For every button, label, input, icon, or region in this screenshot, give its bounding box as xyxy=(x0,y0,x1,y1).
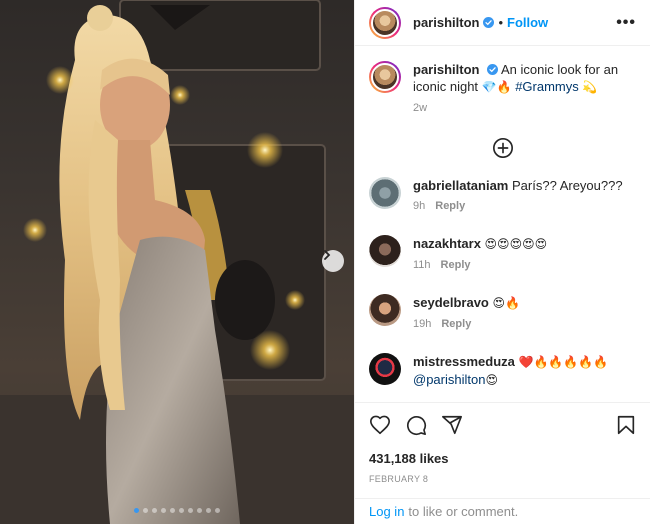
carousel-dot xyxy=(170,508,175,513)
like-count[interactable]: 431,188 likes xyxy=(369,451,637,466)
reply-button[interactable]: Reply xyxy=(441,259,471,271)
carousel-dot xyxy=(188,508,193,513)
post-header: parishilton • Follow ••• xyxy=(355,0,650,46)
comment-time: 9h xyxy=(413,200,426,212)
header-separator: • xyxy=(498,15,504,30)
more-icon[interactable]: ••• xyxy=(616,14,636,32)
caption-avatar[interactable] xyxy=(369,61,401,93)
commenter-avatar[interactable] xyxy=(369,235,401,267)
reply-button[interactable]: Reply xyxy=(435,200,465,212)
comment-item: mistressmeduza ❤️🔥🔥🔥🔥🔥 @parishilton😍 xyxy=(369,353,637,389)
login-text: to like or comment. xyxy=(408,504,519,519)
post-sidebar: parishilton • Follow ••• parishilton An … xyxy=(354,0,650,524)
comment-item: seydelbravo 😍🔥 19h Reply xyxy=(369,294,637,333)
comment-username[interactable]: gabriellataniam xyxy=(413,178,508,193)
comments-section: parishilton An iconic look for an iconic… xyxy=(355,47,650,402)
add-comment-icon[interactable] xyxy=(492,137,514,159)
comment-item: nazakhtarx 😍😍😍😍😍 11h Reply xyxy=(369,235,637,274)
author-avatar[interactable] xyxy=(369,6,401,39)
post-date[interactable]: FEBRUARY 8 xyxy=(369,474,637,484)
comment-time: 11h xyxy=(413,259,431,271)
carousel-dot xyxy=(152,508,157,513)
carousel-dot xyxy=(215,508,220,513)
comment-time: 19h xyxy=(413,318,432,330)
comment-mention-emoji: 😍 xyxy=(485,373,498,387)
verified-icon xyxy=(483,17,495,28)
comment-username[interactable]: seydelbravo xyxy=(413,295,489,310)
comment-username[interactable]: mistressmeduza xyxy=(413,354,515,369)
carousel-dot xyxy=(197,508,202,513)
commenter-avatar[interactable] xyxy=(369,353,401,385)
comment-text: París?? Areyou??? xyxy=(512,178,623,193)
share-icon[interactable] xyxy=(441,414,463,436)
caption-hashtag[interactable]: #Grammys xyxy=(515,79,579,94)
follow-button[interactable]: Follow xyxy=(507,15,548,30)
next-arrow-icon[interactable] xyxy=(322,250,344,272)
caption: parishilton An iconic look for an iconic… xyxy=(369,61,637,117)
caption-emoji-end: 💫 xyxy=(582,80,598,94)
comment-username[interactable]: nazakhtarx xyxy=(413,236,481,251)
carousel-dot xyxy=(134,508,139,513)
comment-text: 😍🔥 xyxy=(492,296,520,310)
login-prompt: Log in to like or comment. xyxy=(355,498,650,524)
author-username[interactable]: parishilton xyxy=(413,15,479,30)
login-link[interactable]: Log in xyxy=(369,504,404,519)
comment-item: gabriellataniam París?? Areyou??? 9h Repl… xyxy=(369,177,637,215)
caption-username[interactable]: parishilton xyxy=(413,62,479,77)
comment-mention[interactable]: @parishilton xyxy=(413,372,485,387)
carousel-dot xyxy=(179,508,184,513)
commenter-avatar[interactable] xyxy=(369,294,401,326)
carousel-indicator xyxy=(0,508,354,513)
carousel-dot xyxy=(206,508,211,513)
carousel-dot xyxy=(143,508,148,513)
carousel-dot xyxy=(161,508,166,513)
caption-time[interactable]: 2w xyxy=(413,102,427,114)
bookmark-icon[interactable] xyxy=(615,414,637,436)
reply-button[interactable]: Reply xyxy=(441,318,471,330)
caption-emoji: 💎🔥 xyxy=(481,80,512,94)
post-actions: 431,188 likes FEBRUARY 8 xyxy=(355,402,650,484)
post-photo xyxy=(0,0,354,524)
comment-text: 😍😍😍😍😍 xyxy=(484,237,548,251)
commenter-avatar[interactable] xyxy=(369,177,401,209)
comment-text: ❤️🔥🔥🔥🔥🔥 xyxy=(518,355,609,369)
photo-illustration xyxy=(0,0,354,524)
comment-icon[interactable] xyxy=(405,414,427,436)
heart-icon[interactable] xyxy=(369,414,391,436)
verified-icon xyxy=(487,64,499,75)
